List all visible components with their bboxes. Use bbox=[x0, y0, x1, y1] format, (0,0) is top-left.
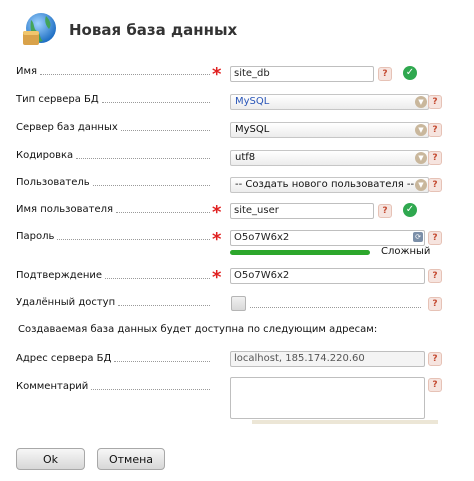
help-icon[interactable]: ? bbox=[428, 123, 442, 137]
chevron-down-icon: ▼ bbox=[415, 124, 427, 136]
chevron-down-icon: ▼ bbox=[415, 96, 427, 108]
field-label-db-server: Сервер баз данных bbox=[16, 122, 210, 133]
required-marker: * bbox=[212, 64, 222, 85]
user-select[interactable]: -- Создать нового пользователя -- ▼ bbox=[230, 177, 429, 193]
field-label-password: Пароль bbox=[16, 231, 210, 242]
help-icon[interactable]: ? bbox=[428, 231, 442, 245]
password-strength-label: Сложный bbox=[381, 246, 431, 257]
server-address-field: localhost, 185.174.220.60 bbox=[230, 351, 425, 367]
field-label-username: Имя пользователя bbox=[16, 204, 210, 215]
user-value: -- Создать нового пользователя -- bbox=[235, 179, 415, 190]
generate-password-icon[interactable]: ⟳ bbox=[413, 232, 423, 242]
server-type-value: MySQL bbox=[235, 96, 270, 107]
field-label-confirm: Подтверждение bbox=[16, 270, 210, 281]
help-icon[interactable]: ? bbox=[378, 67, 392, 81]
globe-database-icon bbox=[23, 13, 56, 45]
help-icon[interactable]: ? bbox=[428, 269, 442, 283]
valid-check-icon: ✓ bbox=[403, 203, 417, 217]
field-label-comment: Комментарий bbox=[16, 381, 210, 392]
help-icon[interactable]: ? bbox=[428, 151, 442, 165]
confirm-password-input[interactable]: O5o7W6x2 bbox=[230, 268, 425, 284]
cancel-button[interactable]: Отмена bbox=[97, 448, 165, 470]
encoding-value: utf8 bbox=[235, 152, 256, 163]
username-input[interactable]: site_user bbox=[230, 203, 374, 219]
field-label-encoding: Кодировка bbox=[16, 150, 210, 161]
help-icon[interactable]: ? bbox=[428, 378, 442, 392]
page-title: Новая база данных bbox=[69, 21, 238, 39]
textarea-resize-handle[interactable] bbox=[252, 420, 438, 424]
field-label-name: Имя bbox=[16, 66, 210, 77]
field-label-user: Пользователь bbox=[16, 177, 210, 188]
help-icon[interactable]: ? bbox=[428, 297, 442, 311]
ok-button[interactable]: Ok bbox=[16, 448, 85, 470]
db-server-select[interactable]: MySQL ▼ bbox=[230, 122, 429, 138]
help-icon[interactable]: ? bbox=[428, 95, 442, 109]
chevron-down-icon: ▼ bbox=[415, 179, 427, 191]
encoding-select[interactable]: utf8 ▼ bbox=[230, 150, 429, 166]
remote-access-leader bbox=[250, 307, 421, 308]
password-strength-bar bbox=[230, 250, 370, 255]
help-icon[interactable]: ? bbox=[428, 178, 442, 192]
required-marker: * bbox=[212, 202, 222, 223]
remote-access-checkbox[interactable] bbox=[231, 296, 246, 311]
field-label-server-address: Адрес сервера БД bbox=[16, 353, 210, 364]
addresses-info-text: Создаваемая база данных будет доступна п… bbox=[18, 324, 378, 335]
field-label-server-type: Тип сервера БД bbox=[16, 94, 210, 105]
required-marker: * bbox=[212, 229, 222, 250]
server-type-select[interactable]: MySQL ▼ bbox=[230, 94, 429, 110]
comment-textarea[interactable] bbox=[230, 377, 425, 419]
password-input[interactable]: O5o7W6x2 bbox=[230, 230, 425, 246]
help-icon[interactable]: ? bbox=[428, 352, 442, 366]
name-input[interactable]: site_db bbox=[230, 66, 374, 82]
help-icon[interactable]: ? bbox=[378, 204, 392, 218]
field-label-remote-access: Удалённый доступ bbox=[16, 297, 210, 308]
valid-check-icon: ✓ bbox=[403, 66, 417, 80]
chevron-down-icon: ▼ bbox=[415, 152, 427, 164]
required-marker: * bbox=[212, 267, 222, 288]
db-server-value: MySQL bbox=[235, 124, 270, 135]
